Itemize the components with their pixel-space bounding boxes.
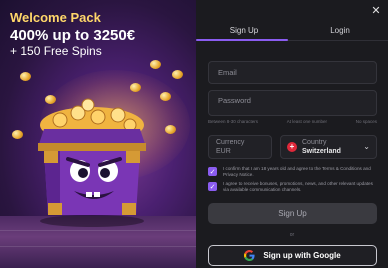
- coin-icon: [150, 60, 161, 69]
- auth-panel: ✕ Sign Up Login Email Password Between 8…: [196, 0, 388, 268]
- tab-active-indicator: [196, 39, 288, 41]
- coin-icon: [160, 92, 171, 101]
- sign-up-button[interactable]: Sign Up: [208, 203, 377, 224]
- password-hint: No spaces: [355, 119, 377, 124]
- country-label: Country: [302, 139, 327, 146]
- country-select[interactable]: + Country Switzerland ⌄: [280, 135, 377, 159]
- terms-consent-row: ✓ I confirm that I am 18 years old and a…: [208, 166, 380, 178]
- chevron-down-icon: ⌄: [363, 142, 370, 151]
- swiss-flag-icon: +: [287, 142, 297, 152]
- promo-title: Welcome Pack: [10, 10, 101, 25]
- currency-value: EUR: [216, 148, 231, 155]
- coin-icon: [172, 70, 183, 79]
- password-hint: At least one number: [286, 119, 328, 124]
- password-field[interactable]: Password: [208, 90, 377, 116]
- promo-checkbox[interactable]: ✓: [208, 182, 217, 191]
- password-placeholder: Password: [218, 96, 251, 105]
- email-placeholder: Email: [218, 68, 237, 77]
- terms-checkbox[interactable]: ✓: [208, 167, 217, 176]
- email-field[interactable]: Email: [208, 61, 377, 84]
- password-hint: Between 8-30 characters: [208, 119, 259, 124]
- or-divider: or: [289, 232, 295, 238]
- tab-login[interactable]: Login: [292, 26, 388, 35]
- promo-consent-row: ✓ I agree to receive bonuses, promotions…: [208, 181, 380, 193]
- coin-icon: [20, 72, 31, 81]
- password-hints: Between 8-30 characters At least one num…: [208, 119, 377, 124]
- promo-banner: Welcome Pack 400% up to 3250€ + 150 Free…: [0, 0, 196, 268]
- promo-amount: 400% up to 3250€: [10, 27, 136, 44]
- google-button-label: Sign up with Google: [263, 251, 341, 260]
- google-icon: [244, 250, 255, 261]
- auth-tabs: Sign Up Login: [196, 26, 388, 43]
- coin-icon: [12, 130, 23, 139]
- tab-sign-up[interactable]: Sign Up: [196, 26, 292, 35]
- currency-label: Currency: [216, 139, 245, 146]
- terms-text: I confirm that I am 18 years old and agr…: [223, 166, 371, 178]
- close-icon[interactable]: ✕: [369, 3, 383, 17]
- promo-free-spins: + 150 Free Spins: [10, 44, 102, 58]
- google-sign-up-button[interactable]: Sign up with Google: [208, 245, 377, 266]
- promo-consent-text: I agree to receive bonuses, promotions, …: [223, 181, 373, 193]
- coin-icon: [130, 83, 141, 92]
- country-value: Switzerland: [302, 148, 341, 155]
- currency-field[interactable]: Currency EUR: [208, 135, 272, 159]
- treasure-chest-mascot: [30, 95, 160, 235]
- coin-icon: [165, 125, 176, 134]
